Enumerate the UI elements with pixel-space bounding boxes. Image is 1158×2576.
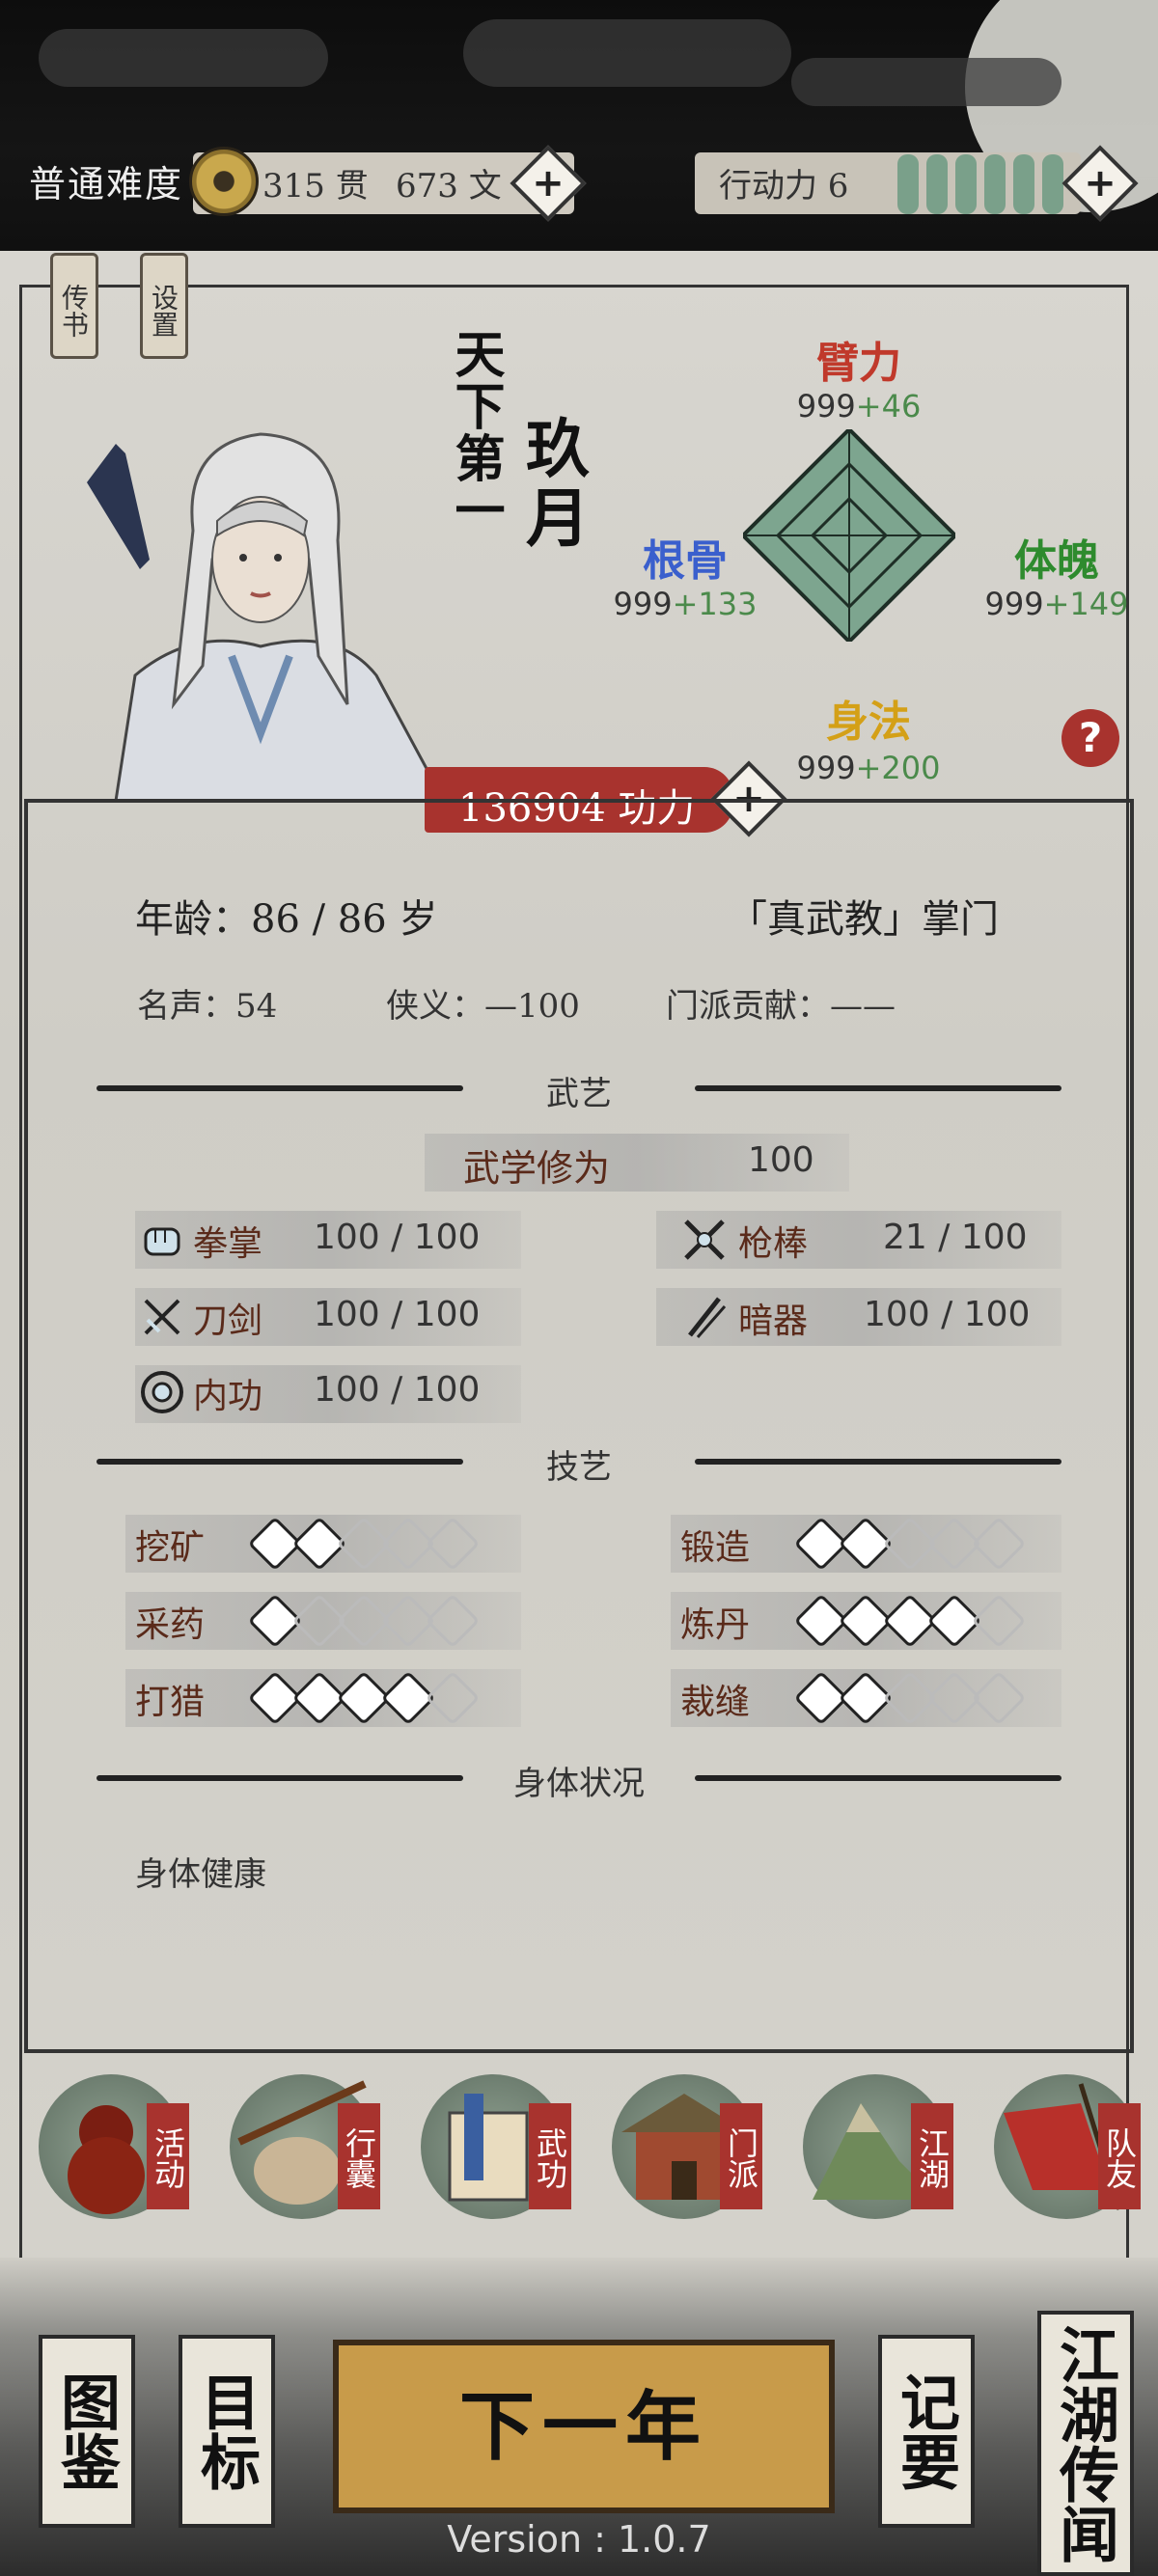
chivalry-text: 侠义：—100	[386, 987, 580, 1026]
character-name: 玖月	[515, 415, 591, 554]
skill-label: 枪棒	[738, 1224, 809, 1264]
help-button[interactable]: ?	[1062, 709, 1119, 767]
atlas-button[interactable]: 图鉴	[39, 2335, 135, 2528]
settings-tag-button[interactable]: 设置	[140, 253, 188, 359]
money-guan: 315 贯	[262, 167, 369, 206]
craft-level-empty-icon	[971, 1670, 1027, 1726]
attr-physique-value: 999+149	[984, 586, 1129, 622]
nav-label: 队友	[1098, 2103, 1141, 2209]
sect-role-text: 「真武教」掌门	[729, 897, 999, 942]
sword-icon	[144, 1299, 180, 1335]
divider	[96, 1775, 463, 1781]
attr-root-label: 根骨	[643, 536, 728, 586]
version-text: Version : 1.0.7	[447, 2518, 711, 2561]
crafts-section-title: 技艺	[546, 1448, 612, 1487]
divider	[695, 1085, 1062, 1091]
attr-strength-value: 999+46	[796, 388, 922, 425]
craft-label: 打猎	[135, 1683, 206, 1722]
craft-level-forging	[793, 1516, 1031, 1572]
goals-button[interactable]: 目标	[179, 2335, 275, 2528]
plus-icon: +	[1084, 161, 1117, 206]
plus-icon: +	[532, 161, 565, 206]
fist-icon	[144, 1227, 180, 1256]
mail-tag-button[interactable]: 传书	[50, 253, 98, 359]
craft-label: 采药	[135, 1605, 206, 1645]
difficulty-label: 普通难度	[29, 163, 184, 206]
question-icon: ?	[1078, 714, 1103, 761]
age-text: 年龄：86 / 86 岁	[135, 897, 438, 942]
craft-level-empty-icon	[425, 1593, 481, 1649]
nav-label: 活动	[147, 2103, 189, 2209]
character-title: 天下第一	[446, 328, 505, 536]
next-year-button[interactable]: 下一年	[333, 2340, 835, 2513]
dart-icon	[688, 1297, 727, 1338]
divider	[695, 1459, 1062, 1465]
notes-button[interactable]: 记要	[878, 2335, 975, 2528]
action-pip	[955, 154, 977, 214]
attr-root-value: 999+133	[613, 586, 758, 622]
cultivation-value: 100	[748, 1140, 814, 1180]
skill-value: 21 / 100	[883, 1218, 1028, 1257]
action-pip	[984, 154, 1006, 214]
money-wen: 673 文	[396, 167, 502, 206]
skill-value: 100 / 100	[314, 1218, 481, 1257]
craft-level-alchemy	[793, 1593, 1031, 1649]
spear-icon	[684, 1219, 725, 1260]
nav-label: 武功	[529, 2103, 571, 2209]
coin-icon	[189, 147, 259, 216]
health-status: 身体健康	[135, 1855, 266, 1894]
action-pip	[1013, 154, 1034, 214]
craft-level-empty-icon	[971, 1593, 1027, 1649]
skill-label: 拳掌	[193, 1224, 263, 1264]
inner-power-icon	[141, 1371, 183, 1413]
craft-level-herb	[247, 1593, 484, 1649]
skill-label: 刀剑	[193, 1302, 263, 1341]
nav-label: 门派	[720, 2103, 762, 2209]
martial-section-title: 武艺	[546, 1075, 612, 1113]
fame-text: 名声：54	[137, 987, 278, 1026]
craft-level-empty-icon	[425, 1516, 481, 1572]
action-points-label: 行动力 6	[719, 167, 849, 206]
attr-agility-value: 999+200	[796, 750, 941, 786]
nav-label: 行囊	[338, 2103, 380, 2209]
craft-label: 炼丹	[680, 1605, 751, 1645]
craft-level-pickaxe	[247, 1516, 484, 1572]
action-pip	[897, 154, 919, 214]
cultivation-label: 武学修为	[463, 1147, 611, 1190]
contribution-text: 门派贡献：——	[666, 987, 896, 1026]
health-section-title: 身体状况	[513, 1765, 645, 1803]
attr-strength-label: 臂力	[816, 339, 901, 388]
craft-level-empty-icon	[425, 1670, 481, 1726]
attr-physique-label: 体魄	[1014, 536, 1099, 586]
nav-label: 江湖	[911, 2103, 953, 2209]
skill-label: 内功	[193, 1377, 263, 1416]
craft-level-tailoring	[793, 1670, 1031, 1726]
skill-value: 100 / 100	[314, 1370, 481, 1410]
action-pip	[1042, 154, 1063, 214]
skill-value: 100 / 100	[314, 1295, 481, 1334]
attribute-radar	[743, 429, 955, 642]
sword-hilt	[87, 444, 150, 569]
action-pip	[926, 154, 948, 214]
attr-agility-label: 身法	[826, 698, 911, 747]
craft-level-empty-icon	[971, 1516, 1027, 1572]
craft-label: 裁缝	[680, 1683, 751, 1722]
divider	[695, 1775, 1062, 1781]
divider	[96, 1459, 463, 1465]
skill-value: 100 / 100	[864, 1295, 1031, 1334]
craft-label: 锻造	[680, 1528, 751, 1568]
craft-level-hunting	[247, 1670, 484, 1726]
craft-label: 挖矿	[135, 1528, 206, 1568]
divider	[96, 1085, 463, 1091]
character-portrait	[87, 432, 446, 801]
skill-label: 暗器	[738, 1302, 809, 1341]
